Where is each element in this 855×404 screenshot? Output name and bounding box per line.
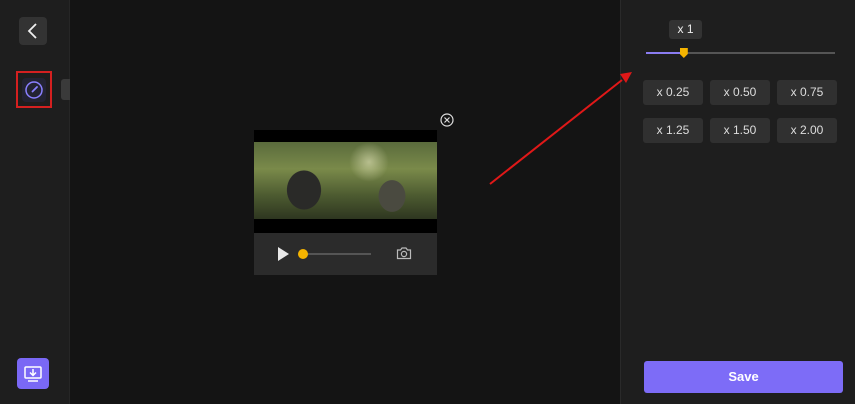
save-button[interactable]: Save (644, 361, 843, 393)
current-speed-badge: x 1 (669, 20, 702, 39)
preset-x2-00[interactable]: x 2.00 (777, 118, 837, 143)
preset-x1-25[interactable]: x 1.25 (643, 118, 703, 143)
export-button[interactable] (17, 358, 49, 389)
preset-x0-25[interactable]: x 0.25 (643, 80, 703, 105)
close-preview-button[interactable] (439, 112, 454, 127)
playback-knob[interactable] (298, 249, 308, 259)
speed-slider[interactable] (646, 48, 835, 58)
chevron-left-icon (27, 23, 37, 39)
left-sidebar (0, 0, 70, 404)
video-frame-light (349, 142, 389, 182)
preset-x0-50[interactable]: x 0.50 (710, 80, 770, 105)
back-button[interactable] (19, 17, 47, 45)
speed-panel: x 1 x 0.25 x 0.50 x 0.75 x 1.25 x 1.50 x… (620, 0, 855, 404)
speed-presets: x 0.25 x 0.50 x 0.75 x 1.25 x 1.50 x 2.0… (643, 80, 837, 143)
speed-tool-button[interactable] (16, 71, 52, 108)
speed-editor-app: Speed x 1 (0, 0, 855, 404)
speed-slider-handle[interactable] (679, 48, 688, 58)
speed-slider-fill (646, 52, 684, 54)
speed-tool-inner (22, 77, 46, 102)
video-frame (254, 142, 437, 219)
video-player (254, 130, 437, 275)
play-icon[interactable] (278, 247, 289, 261)
preset-x1-50[interactable]: x 1.50 (710, 118, 770, 143)
camera-icon[interactable] (396, 246, 412, 260)
speedometer-icon (25, 80, 43, 99)
close-circle-icon (439, 112, 454, 127)
playback-progress-bar[interactable] (298, 249, 371, 259)
preview-stage (70, 0, 620, 404)
monitor-download-icon (24, 365, 42, 382)
player-controls (254, 233, 437, 275)
preset-x0-75[interactable]: x 0.75 (777, 80, 837, 105)
